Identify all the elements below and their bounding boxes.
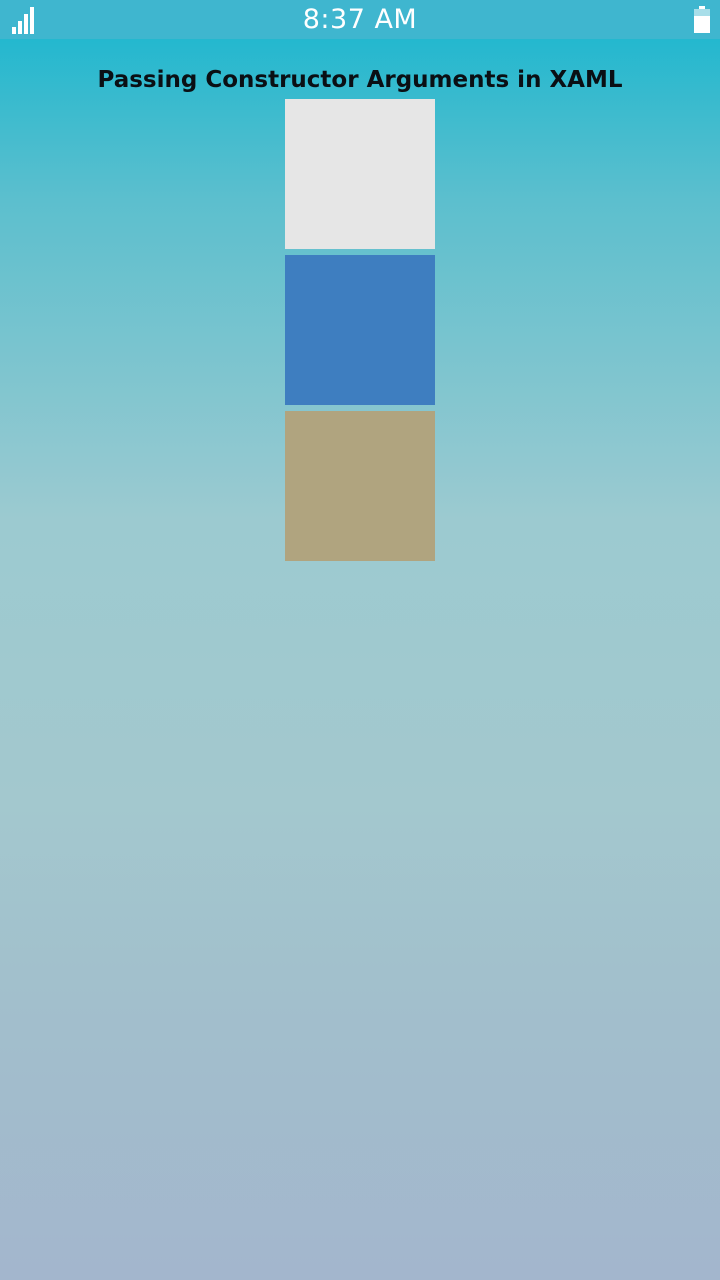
status-time: 8:37 AM <box>302 4 418 35</box>
battery-icon <box>694 6 710 33</box>
page-title: Passing Constructor Arguments in XAML <box>97 67 623 93</box>
battery-level <box>694 16 710 33</box>
boxview-3 <box>285 411 435 561</box>
boxview-2 <box>285 255 435 405</box>
app-screen: 8:37 AM Passing Constructor Arguments in… <box>0 0 720 1280</box>
status-bar: 8:37 AM <box>0 0 720 39</box>
boxview-1 <box>285 99 435 249</box>
